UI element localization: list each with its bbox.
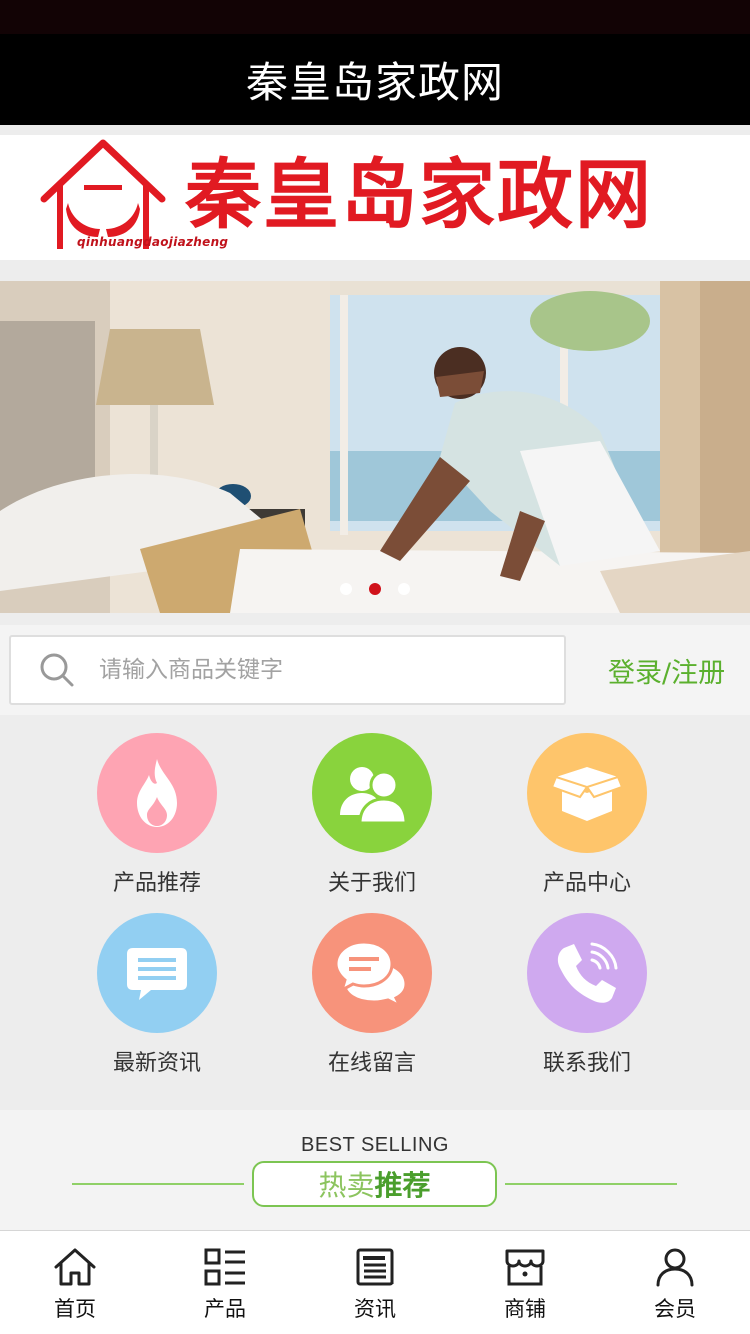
nav-item-contact-us[interactable]: 联系我们 (502, 913, 672, 1077)
nav-label: 产品中心 (542, 871, 631, 896)
nav-circle (312, 913, 432, 1033)
hot-label: 热卖 (318, 1169, 375, 1202)
chat-icon (334, 940, 408, 1006)
flame-icon (137, 759, 177, 827)
nav-label: 最新资讯 (112, 1051, 201, 1076)
tab-label: 商铺 (504, 1297, 546, 1321)
carousel-dots (0, 583, 750, 595)
logo-title: 秦皇岛家政网 (185, 150, 653, 239)
grid-list-icon (204, 1248, 245, 1286)
title-bar: 秦皇岛家政网 (0, 34, 750, 125)
nav-label: 产品推荐 (112, 871, 201, 896)
divider-left (72, 1183, 244, 1185)
nav-circle (312, 733, 432, 853)
tab-label: 会员 (654, 1297, 696, 1321)
home-icon (54, 1248, 96, 1286)
tab-home[interactable]: 首页 (0, 1231, 150, 1334)
search-box[interactable] (9, 635, 566, 705)
banner-carousel[interactable] (0, 281, 750, 613)
phone-icon (557, 942, 618, 1003)
carousel-dot[interactable] (340, 583, 352, 595)
nav-item-about-us[interactable]: 关于我们 (287, 733, 457, 897)
banner-image (0, 281, 750, 613)
user-icon (656, 1248, 694, 1287)
nav-item-online-message[interactable]: 在线留言 (287, 913, 457, 1077)
recommend-label: 推荐 (374, 1169, 431, 1202)
logo-strip: qinhuangdaojiazheng 秦皇岛家政网 (0, 135, 750, 260)
bottom-tab-bar: 首页 产品 资讯 商铺 会员 (0, 1230, 750, 1334)
login-register-link[interactable]: 登录/注册 (608, 651, 725, 690)
news-icon (356, 1248, 394, 1286)
users-icon (340, 767, 408, 825)
nav-label: 关于我们 (327, 871, 416, 896)
tab-member[interactable]: 会员 (600, 1231, 750, 1334)
tab-label: 首页 (54, 1297, 96, 1321)
nav-label: 联系我们 (542, 1051, 631, 1076)
nav-circle (97, 733, 217, 853)
tab-label: 资讯 (354, 1297, 396, 1321)
search-icon (40, 653, 74, 687)
search-input[interactable] (99, 657, 499, 683)
carousel-dot-active[interactable] (369, 583, 381, 595)
tab-news[interactable]: 资讯 (300, 1231, 450, 1334)
hot-recommend-badge: 热卖 推荐 (252, 1161, 497, 1207)
nav-circle (527, 913, 647, 1033)
nav-item-latest-news[interactable]: 最新资讯 (72, 913, 242, 1077)
nav-item-product-center[interactable]: 产品中心 (502, 733, 672, 897)
message-icon (127, 948, 187, 1000)
nav-item-product-recommend[interactable]: 产品推荐 (72, 733, 242, 897)
tab-label: 产品 (204, 1297, 246, 1321)
best-selling-section: BEST SELLING 热卖 推荐 (0, 1110, 750, 1230)
nav-circle (527, 733, 647, 853)
tab-shop[interactable]: 商铺 (450, 1231, 600, 1334)
nav-grid: 产品推荐 关于我们 产品中心 最新资讯 在线留言 联系我们 (0, 715, 750, 1105)
nav-label: 在线留言 (327, 1051, 416, 1076)
box-icon (552, 767, 622, 821)
tab-products[interactable]: 产品 (150, 1231, 300, 1334)
search-row: 登录/注册 (0, 625, 750, 715)
divider-right (505, 1183, 677, 1185)
nav-circle (97, 913, 217, 1033)
best-selling-heading: BEST SELLING (301, 1134, 449, 1156)
shop-icon (505, 1249, 545, 1286)
carousel-dot[interactable] (398, 583, 410, 595)
page-title: 秦皇岛家政网 (245, 58, 504, 107)
status-bar (0, 0, 750, 34)
